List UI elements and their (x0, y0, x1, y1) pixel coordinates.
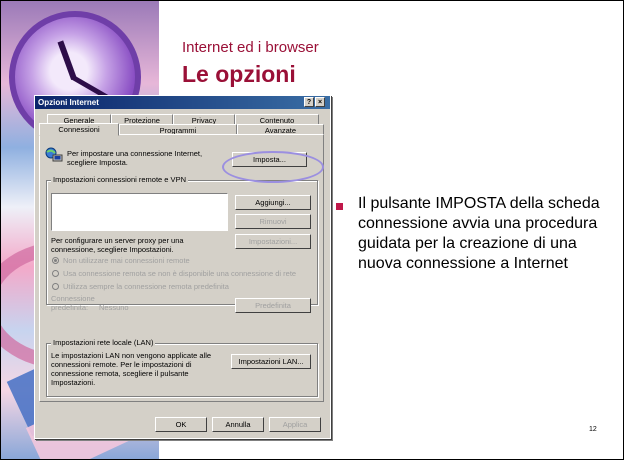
connections-listbox[interactable] (51, 193, 228, 231)
annulla-button[interactable]: Annulla (212, 417, 264, 432)
close-button[interactable]: × (315, 97, 325, 107)
dialog-title: Opzioni Internet (38, 98, 99, 107)
lan-description: Le impostazioni LAN non vengono applicat… (51, 351, 212, 387)
dialup-vpn-group-label: Impostazioni connessioni remote e VPN (51, 175, 188, 184)
rimuovi-button[interactable]: Rimuovi (235, 214, 311, 229)
radio-never-dial[interactable] (52, 257, 59, 264)
default-connection-value: Nessuno (99, 303, 129, 312)
radio-never-dial-label: Non utilizzare mai connessioni remote (63, 256, 190, 265)
slide-subtitle: Internet ed i browser (182, 39, 319, 56)
network-globe-icon (45, 147, 63, 162)
default-connection-label: Connessione predefinita: (51, 294, 95, 312)
ok-button[interactable]: OK (155, 417, 207, 432)
page-number: 12 (589, 426, 597, 433)
impostazioni-button[interactable]: Impostazioni... (235, 234, 311, 249)
lan-group-label: Impostazioni rete locale (LAN) (51, 338, 156, 347)
tab-connessioni[interactable]: Connessioni (39, 123, 119, 136)
radio-dial-when-no-network[interactable] (52, 270, 59, 277)
proxy-description: Per configurare un server proxy per una … (51, 236, 184, 254)
slide-title: Le opzioni (182, 61, 296, 87)
bullet-marker (336, 203, 343, 210)
dialog-titlebar: Opzioni Internet ? × (35, 96, 330, 109)
applica-button[interactable]: Applica (269, 417, 321, 432)
radio-always-dial-label: Utilizza sempre la connessione remota pr… (63, 282, 229, 291)
setup-description: Per impostare una connessione Internet, … (67, 149, 203, 167)
highlight-oval (222, 151, 324, 183)
radio-dial-when-no-network-label: Usa connessione remota se non è disponib… (63, 269, 297, 278)
aggiungi-button[interactable]: Aggiungi... (235, 195, 311, 210)
internet-options-dialog: Opzioni Internet ? × Generale Protezione… (34, 95, 331, 439)
predefinita-button[interactable]: Predefinita (235, 298, 311, 313)
impostazioni-lan-button[interactable]: Impostazioni LAN... (231, 354, 311, 369)
bullet-text: Il pulsante IMPOSTA della scheda conness… (358, 195, 600, 272)
slide: Internet ed i browser Le opzioni Opzioni… (0, 0, 624, 460)
help-button[interactable]: ? (304, 97, 314, 107)
radio-always-dial[interactable] (52, 283, 59, 290)
